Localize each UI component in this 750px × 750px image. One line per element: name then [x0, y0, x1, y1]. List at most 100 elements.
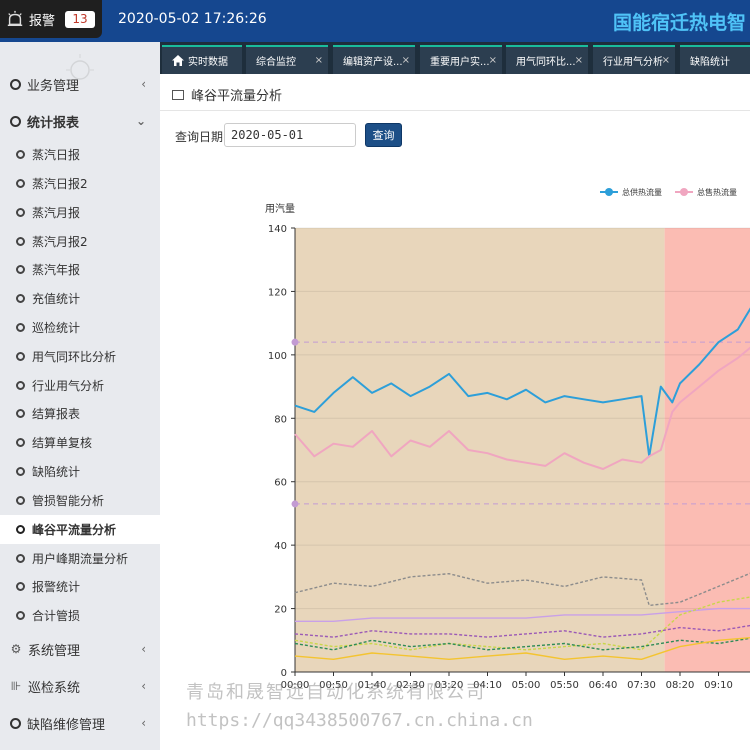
sidebar-item-steam-daily[interactable]: 蒸汽日报: [0, 140, 160, 169]
tab-label: 重要用户实...: [430, 57, 490, 68]
patrol-icon: ⊪: [10, 679, 22, 693]
circle-icon: [10, 717, 21, 729]
circle-icon: [16, 409, 25, 418]
x-tick-label: 05:50: [550, 680, 579, 691]
circle-icon: [16, 381, 25, 390]
circle-icon: [16, 150, 25, 159]
x-tick-label: 06:40: [589, 680, 618, 691]
tab-label: 缺陷统计: [690, 57, 730, 68]
circle-icon: [16, 438, 25, 447]
alarm-bell-icon: [7, 10, 23, 27]
chevron-left-icon: ‹: [141, 679, 146, 693]
tab-label: 编辑资产设...: [343, 57, 403, 68]
y-tick-label: 100: [268, 351, 287, 362]
x-tick-label: 09:10: [704, 680, 733, 691]
legend-marker: [605, 188, 613, 196]
sidebar-group-reports[interactable]: 统计报表 ⌄: [0, 103, 160, 139]
tab-defect-stats[interactable]: 缺陷统计: [680, 45, 750, 74]
sidebar-item-settlement-report[interactable]: 结算报表: [0, 399, 160, 428]
home-icon: [172, 55, 184, 66]
sidebar-group-label: 系统管理: [28, 643, 81, 659]
y-tick-label: 80: [274, 414, 287, 425]
sidebar-group-business[interactable]: 业务管理 ‹: [0, 66, 160, 102]
y-tick-label: 60: [274, 478, 287, 489]
sidebar-item-label: 报警统计: [32, 580, 81, 594]
sidebar-item-patrol-stats[interactable]: 巡检统计: [0, 313, 160, 342]
tab-realtime-data[interactable]: 实时数据: [162, 45, 242, 74]
query-button[interactable]: 查询: [365, 123, 402, 147]
alarm-label: 报警: [29, 13, 56, 29]
sidebar-item-label: 蒸汽年报: [32, 263, 81, 277]
mark-line-dot: [291, 500, 299, 508]
query-date-label: 查询日期:: [175, 130, 228, 144]
close-icon[interactable]: ×: [315, 55, 323, 66]
page-title: 峰谷平流量分析: [172, 85, 282, 104]
circle-icon: [16, 265, 25, 274]
sidebar-group-label: 巡检系统: [28, 680, 81, 696]
top-header: 报警 13 2020-05-02 17:26:26 国能宿迁热电智: [0, 0, 750, 42]
sidebar-item-label: 蒸汽日报: [32, 148, 81, 162]
circle-icon: [16, 525, 25, 534]
sidebar-item-settlement-review[interactable]: 结算单复核: [0, 428, 160, 457]
sidebar-item-pipe-loss-analysis[interactable]: 管损智能分析: [0, 486, 160, 515]
circle-icon: [10, 78, 21, 90]
y-axis-label: 用汽量: [265, 202, 295, 215]
watermark-company: 青岛和晟智远自动化系统有限公司: [186, 682, 486, 703]
sidebar-group-patrol[interactable]: ⊪ 巡检系统 ‹: [0, 668, 160, 704]
current-datetime: 2020-05-02 17:26:26: [118, 11, 267, 27]
flow-line-chart: 02040608010012014000:00 00:50 01:40 02:30 03…: [265, 187, 750, 691]
alarm-button[interactable]: 报警 13: [0, 0, 102, 38]
sidebar-item-industry-analysis[interactable]: 行业用气分析: [0, 371, 160, 400]
y-tick-label: 40: [274, 541, 287, 552]
y-tick-label: 120: [268, 287, 287, 298]
sidebar-item-user-peak-analysis[interactable]: 用户峰期流量分析: [0, 544, 160, 573]
sidebar-group-system[interactable]: ⚙ 系统管理 ‹: [0, 631, 160, 667]
tab-overview-monitor[interactable]: 综合监控 ×: [246, 45, 328, 74]
circle-icon: [16, 294, 25, 303]
y-tick-label: 140: [268, 224, 287, 235]
circle-icon: [16, 352, 25, 361]
legend-marker: [680, 188, 688, 196]
watermark-url: https://qq3438500767.cn.china.cn: [186, 710, 533, 731]
chevron-left-icon: ‹: [141, 642, 146, 656]
sidebar-item-label: 峰谷平流量分析: [32, 523, 117, 537]
sidebar-item-total-pipe-loss[interactable]: 合计管损: [0, 601, 160, 630]
brand-title: 国能宿迁热电智: [613, 12, 747, 34]
tab-edit-asset[interactable]: 编辑资产设... ×: [333, 45, 415, 74]
close-icon[interactable]: ×: [575, 55, 583, 66]
close-icon[interactable]: ×: [402, 55, 410, 66]
tab-bar: 实时数据 综合监控 × 编辑资产设... × 重要用户实... × 用气同环比.…: [160, 42, 750, 74]
circle-icon: [16, 582, 25, 591]
x-tick-label: 07:30: [627, 680, 656, 691]
tab-label: 综合监控: [256, 57, 296, 68]
sidebar-item-alarm-stats[interactable]: 报警统计: [0, 572, 160, 601]
sidebar-item-defect-stats[interactable]: 缺陷统计: [0, 457, 160, 486]
sidebar-item-label: 充值统计: [32, 292, 81, 306]
tab-yoy-analysis[interactable]: 用气同环比... ×: [506, 45, 588, 74]
close-icon[interactable]: ×: [662, 55, 670, 66]
sidebar-item-steam-monthly-2[interactable]: 蒸汽月报2: [0, 227, 160, 256]
sidebar-item-yoy-analysis[interactable]: 用气同环比分析: [0, 342, 160, 371]
sidebar-item-steam-yearly[interactable]: 蒸汽年报: [0, 255, 160, 284]
alarm-count-badge: 13: [65, 10, 96, 28]
x-tick-label: 05:00: [512, 680, 541, 691]
sidebar: 业务管理 ‹ 统计报表 ⌄ 蒸汽日报 蒸汽日报2 蒸汽月报 蒸汽月报2 蒸汽年报…: [0, 42, 160, 750]
circle-icon: [16, 467, 25, 476]
circle-icon: [16, 208, 25, 217]
query-date-input[interactable]: [224, 123, 356, 147]
tab-label: 实时数据: [188, 57, 228, 68]
sidebar-group-defect-repair[interactable]: 缺陷维修管理 ‹: [0, 705, 160, 741]
sidebar-item-label: 行业用气分析: [32, 379, 105, 393]
close-icon[interactable]: ×: [489, 55, 497, 66]
x-tick-label: 08:20: [666, 680, 695, 691]
sidebar-item-steam-daily-2[interactable]: 蒸汽日报2: [0, 169, 160, 198]
sidebar-item-recharge-stats[interactable]: 充值统计: [0, 284, 160, 313]
sidebar-item-label: 管损智能分析: [32, 494, 105, 508]
sidebar-item-label: 结算单复核: [32, 436, 93, 450]
sidebar-item-steam-monthly[interactable]: 蒸汽月报: [0, 198, 160, 227]
tab-industry-analysis[interactable]: 行业用气分析 ×: [593, 45, 675, 74]
sidebar-item-label: 合计管损: [32, 609, 81, 623]
sidebar-item-peak-valley-analysis[interactable]: 峰谷平流量分析: [0, 515, 160, 544]
tab-key-users[interactable]: 重要用户实... ×: [420, 45, 502, 74]
sidebar-group-label: 统计报表: [27, 115, 80, 131]
